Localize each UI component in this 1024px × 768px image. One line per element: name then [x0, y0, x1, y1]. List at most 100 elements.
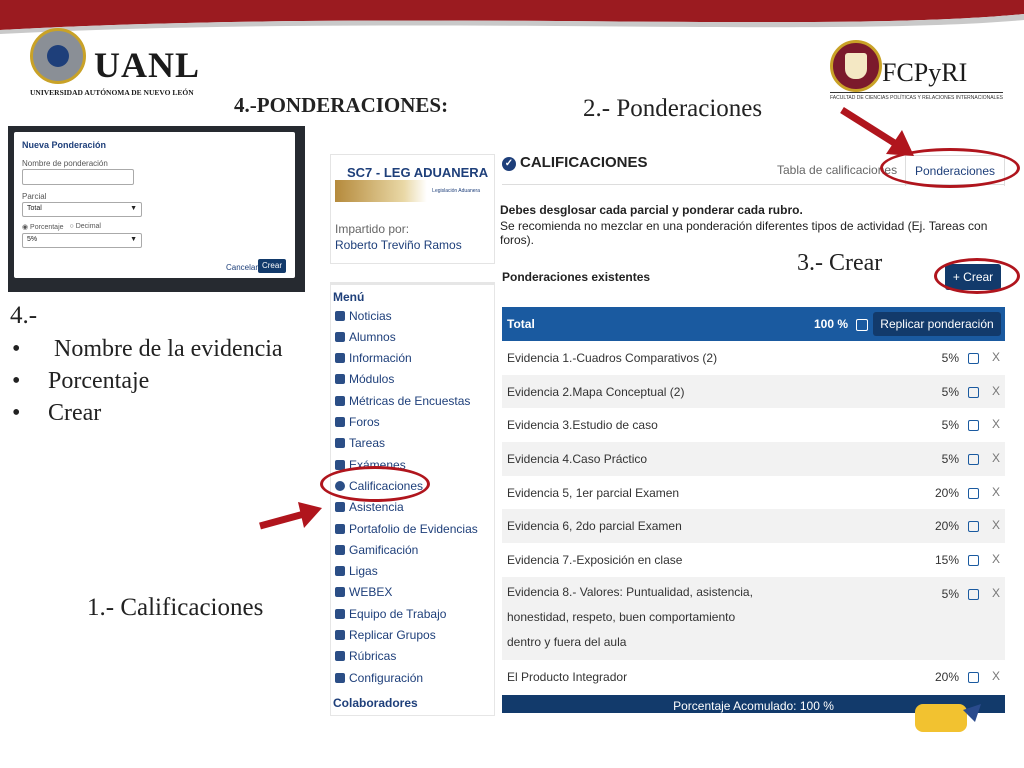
menu-item-label: Asistencia — [349, 500, 404, 515]
row-percent: 20% — [934, 670, 959, 684]
menu-item-label: Noticias — [349, 308, 392, 323]
uanl-wordmark: UANL — [94, 45, 201, 85]
replicar-button[interactable]: Replicar ponderación — [873, 312, 1001, 336]
row-percent: 20% — [934, 519, 959, 533]
menu-item[interactable]: Métricas de Encuestas — [335, 390, 470, 411]
menu-item[interactable]: Configuración — [335, 667, 423, 688]
menu-item[interactable]: Foros — [335, 412, 380, 433]
menu-item[interactable]: Noticias — [335, 305, 392, 326]
menu-item[interactable]: Alumnos — [335, 326, 396, 347]
tab-tabla-calificaciones[interactable]: Tabla de calificaciones — [777, 163, 897, 177]
edit-icon[interactable] — [968, 353, 979, 364]
edit-icon[interactable] — [968, 420, 979, 431]
percent-select[interactable]: 5% ▼ — [22, 233, 142, 248]
delete-icon[interactable]: X — [992, 669, 1000, 683]
table-row: Evidencia 1.-Cuadros Comparativos (2) 5% X — [502, 341, 1005, 375]
dialog-title: Nueva Ponderación — [22, 140, 107, 150]
delete-icon[interactable]: X — [992, 350, 1000, 364]
forum-icon — [335, 417, 345, 427]
menu-item[interactable]: Ligas — [335, 561, 378, 582]
radio-porcentaje[interactable]: ◉ Porcentaje — [22, 223, 64, 231]
menu-item[interactable]: Rúbricas — [335, 646, 396, 667]
menu-item[interactable]: Replicar Grupos — [335, 625, 436, 646]
menu-item-label: Información — [349, 351, 412, 366]
step2-label: 2.- Ponderaciones — [583, 95, 763, 122]
briefcase-icon — [335, 523, 345, 534]
table-row: Evidencia 2.Mapa Conceptual (2) 5% X — [502, 375, 1005, 408]
menu-item[interactable]: Portafolio de Evidencias — [335, 518, 478, 539]
row-label: Evidencia 4.Caso Práctico — [507, 452, 648, 466]
menu-item[interactable]: WEBEX — [335, 582, 392, 603]
row-label: El Producto Integrador — [507, 670, 628, 684]
create-button[interactable]: Crear — [258, 259, 286, 273]
calificaciones-title: CALIFICACIONES — [520, 154, 648, 171]
chevron-down-icon: ▼ — [130, 236, 137, 243]
menu-item-label: Equipo de Trabajo — [349, 606, 447, 621]
sticker-icon — [915, 704, 981, 732]
radio-decimal[interactable]: ○ Decimal — [70, 223, 101, 231]
teacher-link[interactable]: Roberto Treviño Ramos — [335, 238, 462, 252]
step4-item: • Crear — [12, 400, 283, 432]
delete-icon[interactable]: X — [992, 417, 1000, 431]
name-input[interactable] — [22, 169, 134, 185]
menu-item[interactable]: Módulos — [335, 369, 394, 390]
menu-item-label: Portafolio de Evidencias — [349, 521, 478, 536]
edit-icon[interactable] — [968, 672, 979, 683]
arrow-to-calificaciones-icon — [259, 502, 322, 530]
course-banner-text: Legislación Aduanera — [432, 188, 480, 194]
menu-item[interactable]: Información — [335, 348, 412, 369]
total-label: Total — [507, 317, 535, 331]
delete-icon[interactable]: X — [992, 384, 1000, 398]
row-label: Evidencia 6, 2do parcial Examen — [507, 519, 682, 533]
table-row: Evidencia 5, 1er parcial Examen 20% X — [502, 476, 1005, 509]
edit-icon[interactable] — [968, 555, 979, 566]
clock-icon — [335, 438, 345, 449]
link-icon — [335, 566, 345, 577]
edit-icon[interactable] — [968, 387, 979, 398]
table-row: Evidencia 4.Caso Práctico 5% X — [502, 442, 1005, 476]
menu-item[interactable]: Equipo de Trabajo — [335, 603, 446, 624]
step4-item: • Porcentaje — [12, 368, 283, 400]
cancel-button[interactable]: Cancelar — [226, 263, 258, 272]
menu-item-label: Ligas — [349, 564, 378, 579]
uanl-subtitle: UNIVERSIDAD AUTÓNOMA DE NUEVO LEÓN — [30, 88, 194, 97]
highlight-crear — [934, 258, 1020, 294]
edit-icon[interactable] — [856, 319, 868, 331]
menu-item[interactable]: Gamificación — [335, 539, 418, 560]
menu-item-label: Tareas — [349, 436, 386, 451]
table-row: Evidencia 3.Estudio de caso 5% X — [502, 408, 1005, 442]
chevron-down-icon: ▼ — [130, 205, 137, 212]
name-label: Nombre de ponderación — [22, 159, 108, 168]
step4-heading: 4.- — [10, 302, 38, 329]
copy-icon — [335, 630, 345, 640]
menu-item-label: Replicar Grupos — [349, 628, 436, 642]
menu-item-label: Módulos — [349, 372, 395, 387]
delete-icon[interactable]: X — [992, 586, 1000, 600]
menu-item-label: Gamificación — [349, 542, 419, 557]
edit-icon[interactable] — [968, 488, 979, 499]
menu-item-label: WEBEX — [349, 585, 393, 600]
delete-icon[interactable]: X — [992, 451, 1000, 465]
step4-list: • Nombre de la evidencia • Porcentaje • Cre… — [12, 336, 283, 432]
uanl-seal-icon — [30, 28, 86, 84]
edit-icon[interactable] — [968, 521, 979, 532]
type-radios: ◉ Porcentaje ○ Decimal — [22, 223, 101, 231]
menu-item[interactable]: Tareas — [335, 433, 385, 454]
row-percent: 5% — [941, 385, 959, 399]
row-percent: 15% — [934, 553, 959, 567]
row-percent: 5% — [941, 351, 959, 365]
delete-icon[interactable]: X — [992, 485, 1000, 499]
row-label: Evidencia 5, 1er parcial Examen — [507, 486, 680, 500]
parcial-select[interactable]: Total ▼ — [22, 202, 142, 217]
edit-icon[interactable] — [968, 589, 979, 600]
row-label: Evidencia 3.Estudio de caso — [507, 418, 658, 432]
fcpyri-subtitle: FACULTAD DE CIENCIAS POLÍTICAS Y RELACIO… — [830, 92, 1004, 101]
bullet: • — [12, 336, 21, 362]
percent-value: 5% — [27, 236, 38, 243]
rubric-icon — [335, 651, 345, 662]
slide-title: 4.-PONDERACIONES: — [234, 93, 449, 117]
delete-icon[interactable]: X — [992, 518, 1000, 532]
row-label: Evidencia 1.-Cuadros Comparativos (2) — [507, 351, 718, 365]
edit-icon[interactable] — [968, 454, 979, 465]
delete-icon[interactable]: X — [992, 552, 1000, 566]
